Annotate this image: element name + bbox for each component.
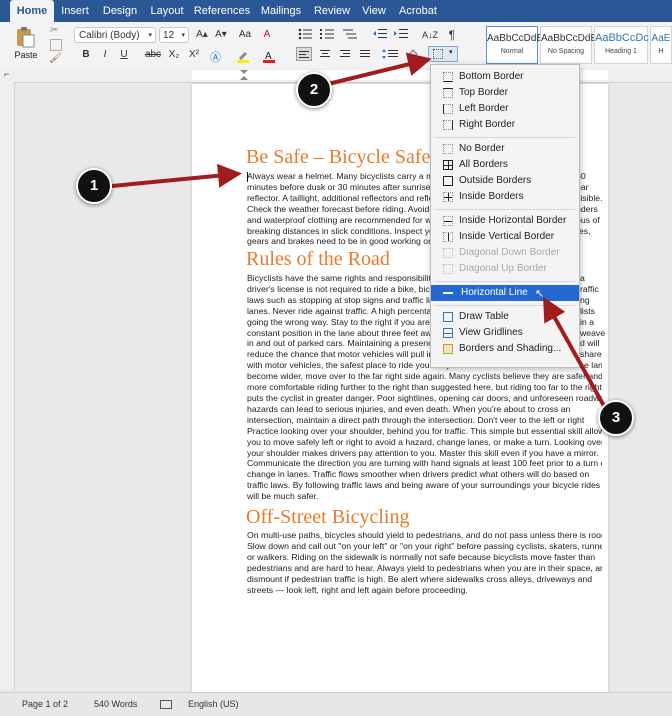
callout-1: 1: [76, 168, 112, 204]
language-indicator[interactable]: English (US): [188, 693, 239, 716]
arrow-to-cursor: [111, 163, 242, 188]
proofing-icon[interactable]: [160, 700, 172, 709]
annotation-arrows: [111, 52, 606, 407]
callout-3: 3: [598, 400, 634, 436]
arrow-to-horizontal-line: [543, 296, 606, 407]
page-count[interactable]: Page 1 of 2: [22, 693, 68, 716]
arrow-to-borders-button: [327, 52, 432, 86]
callout-2: 2: [296, 72, 332, 108]
word-count[interactable]: 540 Words: [94, 693, 137, 716]
status-bar: Page 1 of 2 540 Words English (US): [0, 692, 672, 716]
